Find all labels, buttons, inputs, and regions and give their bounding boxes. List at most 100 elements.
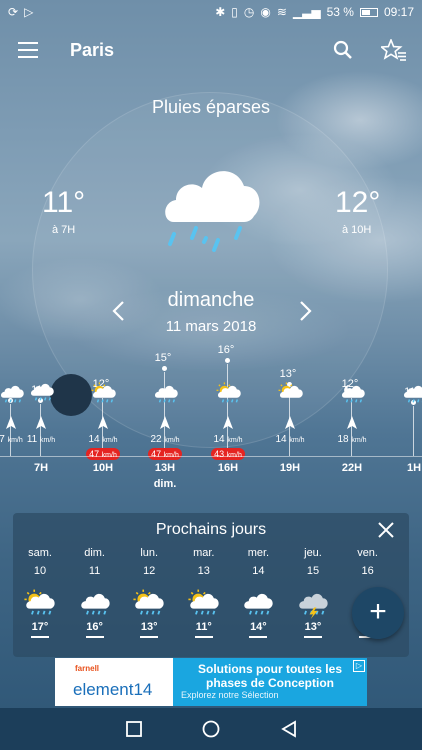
next-days-panel: Prochains jours sam. 10 17° dim. 11 16° lun. 12… xyxy=(13,513,409,657)
hourly-item[interactable]: 11°11 km/h7H xyxy=(10,340,72,500)
hour-label: 13H xyxy=(154,462,176,474)
hourly-temp: 13° xyxy=(279,368,297,380)
day-temp: 11° xyxy=(195,621,212,633)
sync-icon: ⟳ xyxy=(8,5,19,19)
system-nav-bar xyxy=(0,708,422,750)
day-date: 11 xyxy=(88,565,101,577)
hourly-item[interactable]: 16° 14 km/h 43 km/h 16H xyxy=(197,340,259,500)
max-temp: 12° xyxy=(335,186,381,219)
menu-icon[interactable] xyxy=(18,42,38,58)
hourly-item[interactable]: 12°14 km/h47 km/h10H xyxy=(72,340,134,500)
hour-tick xyxy=(413,406,414,456)
day-temp: 13° xyxy=(140,621,158,633)
home-circle-icon[interactable] xyxy=(202,720,220,738)
wind-speed: 14 km/h xyxy=(88,434,118,445)
battery-icon xyxy=(359,7,378,17)
add-city-button[interactable]: + xyxy=(352,587,404,639)
ad-headline-2: phases de Conception xyxy=(205,676,335,690)
wind-speed: 11 km/h xyxy=(26,434,56,445)
hour-label: 19H xyxy=(279,462,301,474)
wind-direction-icon xyxy=(222,416,234,429)
hour-day-label: dim. xyxy=(153,478,177,490)
temp-underline xyxy=(31,636,49,638)
city-title[interactable]: Paris xyxy=(70,40,114,61)
favorite-star-icon[interactable] xyxy=(381,39,407,61)
hour-label: 7H xyxy=(33,462,49,474)
alarm-icon: ◷ xyxy=(243,5,255,19)
day-name: mer. xyxy=(247,547,270,559)
hour-label: 1H xyxy=(406,462,422,474)
rain-cloud-icon xyxy=(165,171,260,252)
day-name: jeu. xyxy=(304,547,322,559)
day-date: 16 xyxy=(361,565,374,577)
search-icon[interactable] xyxy=(333,40,353,60)
rain-cloud-icon xyxy=(78,589,112,619)
wind-speed: 22 km/h xyxy=(150,434,180,445)
temp-underline xyxy=(194,636,213,638)
day-date: 15 xyxy=(306,565,320,577)
day-temp: 16° xyxy=(86,621,103,633)
cast-icon: ▷ xyxy=(24,5,34,19)
day-item[interactable]: mer. 14 14° xyxy=(231,547,285,638)
hourly-temp: 15° xyxy=(154,352,172,364)
sun-rain-icon xyxy=(132,589,166,619)
temp-point xyxy=(225,358,230,363)
temp-underline xyxy=(85,636,104,638)
ad-headline-1: Solutions pour toutes les xyxy=(197,662,342,676)
hourly-temp: 16° xyxy=(217,344,235,356)
sun-cloud-icon xyxy=(277,382,305,406)
wifi-icon: ≋ xyxy=(276,5,287,19)
hourly-item[interactable]: 13° 14 km/h 19H xyxy=(259,340,321,500)
back-triangle-icon[interactable] xyxy=(280,720,298,738)
hour-label: 16H xyxy=(217,462,239,474)
wind-direction-icon xyxy=(346,416,358,429)
selected-day-name: dimanche xyxy=(167,289,255,311)
hourly-item[interactable]: 11°1H xyxy=(383,340,422,500)
sun-rain-icon xyxy=(90,382,118,406)
day-item[interactable]: dim. 11 16° xyxy=(68,547,122,638)
min-temp-time: à 7H xyxy=(52,224,76,236)
ad-brand: farnell xyxy=(75,664,100,673)
hour-tick xyxy=(40,404,41,456)
day-item[interactable]: lun. 12 13° xyxy=(122,547,176,638)
ad-subline: Explorez notre Sélection xyxy=(181,690,279,700)
max-temp-time: à 10H xyxy=(342,224,372,236)
day-item[interactable]: jeu. 15 13° xyxy=(286,547,340,638)
temp-point xyxy=(162,366,167,371)
wind-speed: 18 km/h xyxy=(337,434,367,445)
wind-gust-badge: 43 km/h xyxy=(211,448,245,460)
day-item[interactable]: sam. 10 17° xyxy=(13,547,67,638)
bluetooth-icon: ✱ xyxy=(215,5,226,19)
close-icon[interactable] xyxy=(377,521,395,539)
wind-direction-icon xyxy=(284,416,296,429)
day-temp: 17° xyxy=(31,621,49,633)
storm-cloud-icon xyxy=(296,589,330,619)
day-temp: 14° xyxy=(250,621,267,633)
vibrate-icon: ▯ xyxy=(231,5,238,19)
rain-cloud-icon xyxy=(401,382,422,406)
app-bar: Paris xyxy=(0,30,422,70)
eye-icon: ◉ xyxy=(260,5,271,19)
day-item[interactable]: mar. 13 11° xyxy=(177,547,231,638)
hourly-item[interactable]: 15° 22 km/h 47 km/h 13H dim. xyxy=(134,340,196,500)
sun-rain-icon xyxy=(215,382,243,406)
selected-day-date: 11 mars 2018 xyxy=(165,318,257,335)
sun-rain-icon xyxy=(23,589,57,619)
hour-label: 22H xyxy=(341,462,363,474)
hourly-forecast[interactable]: 7 km/h11°11 km/h7H12°14 km/h47 km/h10H15… xyxy=(0,340,422,500)
hourly-item[interactable]: 12° 18 km/h 22H xyxy=(321,340,383,500)
day-name: dim. xyxy=(84,547,105,559)
day-name: mar. xyxy=(193,547,215,559)
clock: 09:17 xyxy=(383,5,414,19)
day-name: ven. xyxy=(357,547,378,559)
rain-cloud-icon xyxy=(241,589,275,619)
ad-choices-icon[interactable]: ▷ xyxy=(353,660,365,672)
day-name: lun. xyxy=(140,547,159,559)
wind-speed: 14 km/h xyxy=(275,434,305,445)
rain-cloud-icon xyxy=(152,382,180,406)
day-date: 13 xyxy=(197,565,210,577)
next-days-title: Prochains jours xyxy=(155,521,267,538)
wind-direction-icon xyxy=(35,416,47,429)
recents-square-icon[interactable] xyxy=(125,720,143,738)
ad-banner[interactable]: farnell element14 Solutions pour toutes … xyxy=(55,658,367,706)
